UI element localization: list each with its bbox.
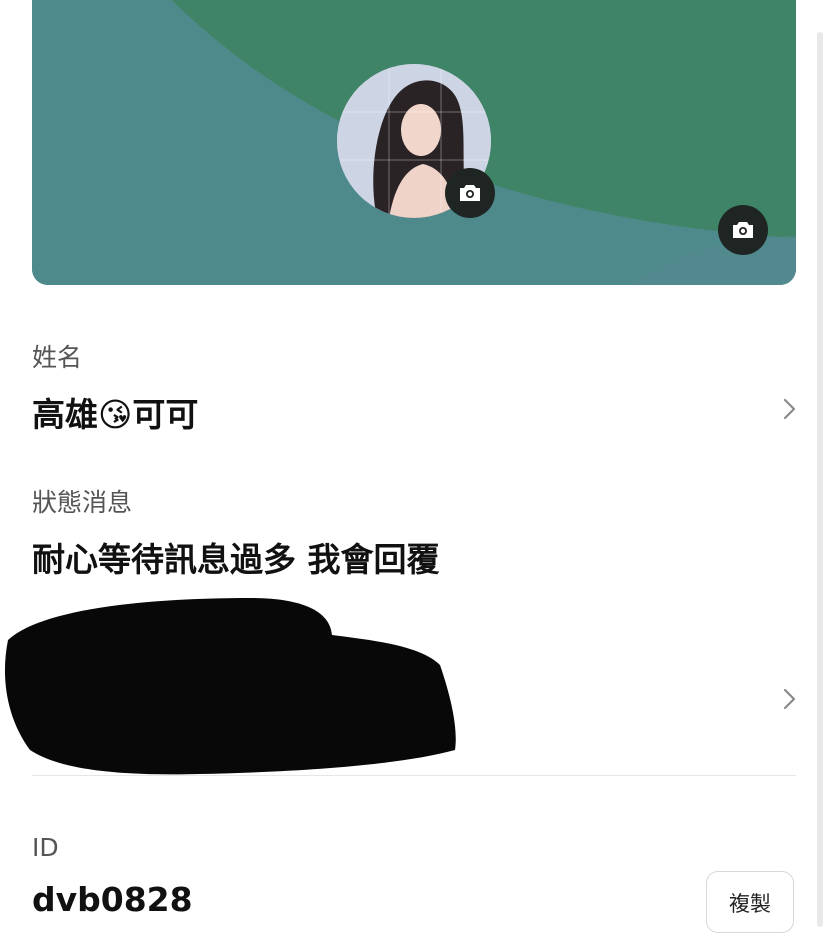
- status-value[interactable]: 耐心等待訊息過多 我會回覆: [32, 533, 440, 581]
- camera-icon: [460, 185, 480, 201]
- name-value[interactable]: 高雄😘可可: [32, 388, 198, 436]
- redacted-area: [4, 598, 456, 775]
- id-label: ID: [32, 833, 59, 862]
- cover-camera-button[interactable]: [718, 205, 768, 255]
- section-divider: [32, 775, 796, 776]
- name-label: 姓名: [32, 343, 83, 372]
- status-label: 狀態消息: [32, 488, 133, 517]
- chevron-right-icon[interactable]: [778, 688, 800, 710]
- copy-button[interactable]: 複製: [706, 871, 794, 933]
- id-value: dvb0828: [32, 880, 193, 919]
- scrollbar[interactable]: [817, 32, 823, 927]
- chevron-right-icon[interactable]: [778, 398, 800, 420]
- avatar-camera-button[interactable]: [445, 168, 495, 218]
- camera-icon: [733, 222, 753, 238]
